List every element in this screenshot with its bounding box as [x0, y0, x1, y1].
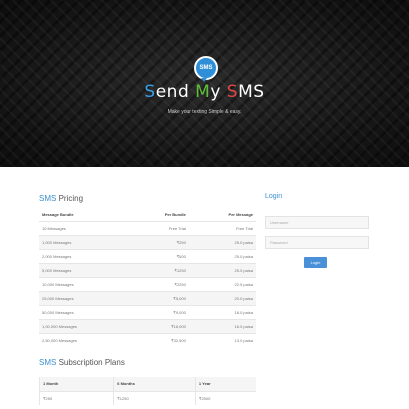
plans-header-1-month: 1 Month: [38, 377, 114, 391]
brand-letter-m: M: [195, 82, 211, 102]
username-input[interactable]: [265, 216, 369, 229]
plans-price-1-year: ₹2500: [194, 390, 256, 405]
plans-title-rest: Subscription Plans: [56, 358, 125, 367]
pricing-cell-per-message: 13.0 paisa: [188, 332, 256, 347]
pricing-cell-bundle: 10,000 Messages: [39, 276, 130, 291]
pricing-header-bundle: Message Bundle: [39, 209, 130, 222]
brand-letter-s2: S: [226, 82, 239, 102]
plans-title-highlight: SMS: [39, 358, 57, 367]
pricing-cell-bundle: 1,000 Messages: [39, 234, 130, 249]
plans-header-6-months: 6 Months: [113, 377, 196, 391]
pricing-row: 2,50,000 Messages ₹32,500 13.0 paisa: [39, 332, 256, 347]
pricing-cell-bundle: 25,000 Messages: [39, 290, 130, 305]
pricing-cell-per-bundle: ₹32,500: [129, 332, 189, 347]
pricing-cell-per-bundle: ₹250: [129, 234, 189, 249]
tagline: Make your texting Simple & easy.: [167, 109, 242, 115]
pricing-cell-bundle: 1,00,000 Messages: [39, 318, 130, 333]
brand-text-end: end: [155, 82, 196, 102]
pricing-row: 50,000 Messages ₹9,000 18.0 paisa: [39, 304, 256, 319]
pricing-row: 2,000 Messages ₹500 25.0 paisa: [39, 248, 256, 263]
pricing-cell-bundle: 50,000 Messages: [39, 304, 130, 319]
plans-header-1-year: 1 Year: [194, 377, 256, 391]
pricing-table: Message Bundle Per Bundle Per Message 10…: [39, 209, 256, 347]
plans-table: 1 Month 6 Months 1 Year ₹250 ₹1250 ₹2500: [38, 377, 256, 405]
brand-title: Send My SMS: [0, 82, 409, 102]
pricing-cell-per-bundle: ₹500: [129, 248, 189, 263]
pricing-header-row: Message Bundle Per Bundle Per Message: [39, 209, 256, 222]
brand-text-ms: MS: [238, 82, 265, 102]
plans-row: ₹250 ₹1250 ₹2500: [38, 390, 256, 405]
pricing-cell-bundle: 2,000 Messages: [39, 248, 130, 263]
pricing-header-per-bundle: Per Bundle: [129, 209, 189, 222]
pricing-title: SMS Pricing: [39, 194, 83, 203]
pricing-row: 25,000 Messages ₹5,000 20.0 paisa: [39, 290, 256, 305]
plans-title: SMS Subscription Plans: [39, 358, 125, 367]
hero-banner: SMS Send My SMS Make your texting Simple…: [0, 0, 409, 167]
pricing-cell-per-message: 20.0 paisa: [188, 290, 256, 305]
pricing-cell-per-bundle: ₹16,000: [129, 318, 189, 333]
brand-letter-s: S: [144, 82, 156, 102]
pricing-cell-bundle: 2,50,000 Messages: [39, 332, 130, 347]
pricing-cell-per-message: Free Trial: [188, 220, 256, 235]
pricing-row: 5,000 Messages ₹1250 25.0 paisa: [39, 262, 256, 277]
password-input[interactable]: [265, 236, 369, 249]
chat-bubble-logo-icon: SMS: [194, 56, 218, 82]
pricing-cell-bundle: 10 Messages: [39, 220, 130, 235]
pricing-cell-per-message: 18.0 paisa: [188, 304, 256, 319]
pricing-cell-per-bundle: ₹1250: [129, 262, 189, 277]
pricing-row: 1,000 Messages ₹250 25.0 paisa: [39, 234, 256, 249]
pricing-cell-per-message: 25.0 paisa: [188, 248, 256, 263]
pricing-row: 10,000 Messages ₹2250 22.5 paisa: [39, 276, 256, 291]
pricing-header-per-message: Per Message: [188, 209, 256, 222]
pricing-cell-per-message: 16.0 paisa: [188, 318, 256, 333]
login-title: Login: [265, 193, 283, 200]
plans-price-6-months: ₹1250: [113, 390, 196, 405]
pricing-cell-per-bundle: ₹5,000: [129, 290, 189, 305]
pricing-row: 10 Messages Free Trial Free Trial: [39, 220, 256, 235]
pricing-title-highlight: SMS: [39, 194, 57, 203]
pricing-cell-per-bundle: ₹9,000: [129, 304, 189, 319]
pricing-cell-bundle: 5,000 Messages: [39, 262, 130, 277]
pricing-cell-per-bundle: Free Trial: [129, 220, 189, 235]
pricing-cell-per-bundle: ₹2250: [129, 276, 189, 291]
pricing-cell-per-message: 25.0 paisa: [188, 262, 256, 277]
pricing-row: 1,00,000 Messages ₹16,000 16.0 paisa: [39, 318, 256, 333]
pricing-cell-per-message: 25.0 paisa: [188, 234, 256, 249]
pricing-title-rest: Pricing: [56, 194, 84, 203]
pricing-cell-per-message: 22.5 paisa: [188, 276, 256, 291]
login-button[interactable]: Login: [304, 257, 327, 268]
plans-price-1-month: ₹250: [38, 390, 114, 405]
brand-text-y: y: [210, 82, 227, 102]
plans-header-row: 1 Month 6 Months 1 Year: [38, 377, 256, 391]
